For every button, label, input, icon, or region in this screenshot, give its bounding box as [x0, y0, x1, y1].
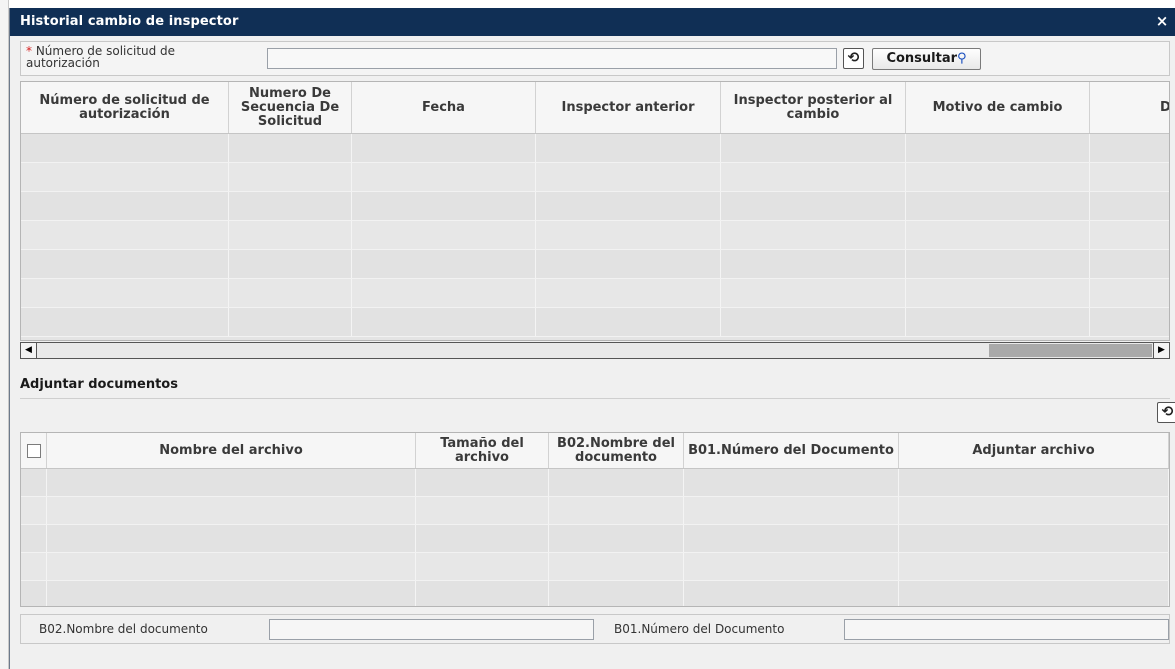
search-label: * Número de solicitud de autorización [26, 45, 226, 69]
scroll-left-icon[interactable]: ◀ [21, 343, 37, 358]
select-all-cell [21, 433, 47, 468]
document-detail-row: B02.Nombre del documento B01.Número del … [20, 614, 1170, 644]
horizontal-scrollbar[interactable]: ◀ ▶ [20, 342, 1170, 359]
search-label-text: Número de solicitud de autorización [26, 44, 176, 70]
document-number-label: B01.Número del Documento [614, 622, 785, 636]
attachments-grid-body [21, 469, 1169, 606]
inspector-change-grid: Número de solicitud de autorización Nume… [20, 81, 1170, 341]
attachments-refresh-button[interactable]: ⟲ [1157, 402, 1175, 423]
table-row[interactable] [21, 308, 1169, 337]
table-row[interactable] [21, 469, 1169, 497]
consult-button-label: Consultar [886, 51, 958, 66]
search-icon: ⚲ [957, 51, 967, 66]
consult-button[interactable]: Consultar⚲ [872, 48, 981, 70]
search-row: * Número de solicitud de autorización ⟲ … [20, 41, 1170, 76]
grid-body [21, 134, 1169, 337]
table-row[interactable] [21, 497, 1169, 525]
column-header[interactable]: Motivo de cambio [906, 82, 1090, 133]
table-row[interactable] [21, 192, 1169, 221]
table-row[interactable] [21, 525, 1169, 553]
table-row[interactable] [21, 221, 1169, 250]
table-row[interactable] [21, 279, 1169, 308]
column-header[interactable]: Inspector posterior al cambio [721, 82, 906, 133]
refresh-icon: ⟲ [847, 50, 860, 66]
attachments-grid-header: Nombre del archivo Tamaño del archivo B0… [21, 433, 1169, 469]
column-header[interactable]: Inspector anterior [536, 82, 721, 133]
document-number-input[interactable] [844, 619, 1169, 640]
authorization-request-number-input[interactable] [267, 48, 837, 69]
table-row[interactable] [21, 163, 1169, 192]
scroll-right-icon[interactable]: ▶ [1153, 343, 1169, 358]
attachments-section-title: Adjuntar documentos [20, 377, 178, 392]
column-header[interactable]: Tamaño del archivo [416, 433, 549, 468]
table-row[interactable] [21, 553, 1169, 581]
table-row[interactable] [21, 250, 1169, 279]
column-header[interactable]: Nombre del archivo [47, 433, 416, 468]
refresh-icon: ⟲ [1161, 404, 1174, 420]
section-divider [20, 398, 1170, 399]
grid-header: Número de solicitud de autorización Nume… [21, 82, 1169, 134]
background-window-edge [0, 0, 9, 669]
document-name-label: B02.Nombre del documento [39, 622, 208, 636]
document-name-input[interactable] [269, 619, 594, 640]
column-header[interactable]: De [1090, 82, 1169, 133]
dialog-titlebar: Historial cambio de inspector × [10, 8, 1175, 36]
table-row[interactable] [21, 581, 1169, 606]
column-header[interactable]: B02.Nombre del documento [549, 433, 684, 468]
refresh-button[interactable]: ⟲ [843, 48, 864, 69]
select-all-checkbox[interactable] [26, 443, 41, 458]
column-header[interactable]: Numero De Secuencia De Solicitud [229, 82, 352, 133]
column-header[interactable]: Adjuntar archivo [899, 433, 1169, 468]
scrollbar-thumb[interactable] [989, 344, 1152, 357]
inspector-history-dialog: Historial cambio de inspector × * Número… [9, 8, 1175, 669]
table-row[interactable] [21, 134, 1169, 163]
column-header[interactable]: Fecha [352, 82, 536, 133]
column-header[interactable]: Número de solicitud de autorización [21, 82, 229, 133]
column-header[interactable]: B01.Número del Documento [684, 433, 899, 468]
dialog-title: Historial cambio de inspector [20, 14, 239, 29]
close-icon[interactable]: × [1153, 11, 1171, 31]
attachments-grid: Nombre del archivo Tamaño del archivo B0… [20, 432, 1170, 607]
